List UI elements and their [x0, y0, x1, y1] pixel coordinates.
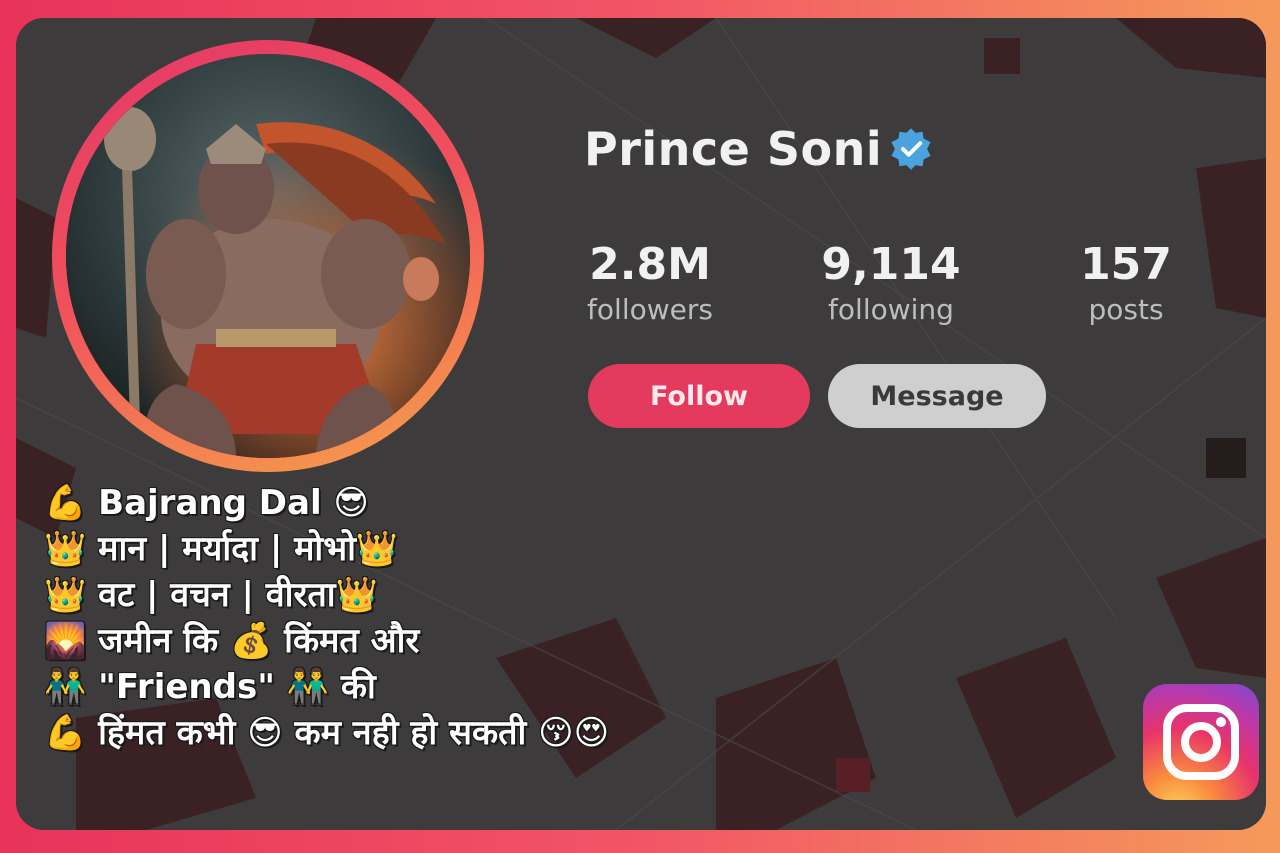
verified-badge-icon [891, 128, 931, 170]
profile-name-row: Prince Soni [584, 122, 934, 176]
message-button[interactable]: Message [828, 364, 1046, 428]
stat-following[interactable]: 9,114 following [816, 240, 966, 330]
bio-line: 👬 "Friends" 👬 की [44, 667, 376, 707]
stat-followers[interactable]: 2.8M followers [580, 240, 720, 330]
followers-label: followers [587, 293, 713, 326]
profile-name: Prince Soni [584, 122, 883, 176]
avatar[interactable] [66, 54, 470, 458]
bio-line: 👑 मान | मर्यादा | मोभो👑 [44, 529, 399, 569]
instagram-icon[interactable] [1143, 684, 1259, 800]
bio-line: 👑 वट | वचन | वीरता👑 [44, 575, 378, 615]
avatar-ring[interactable] [52, 40, 484, 472]
instagram-glyph-icon [1163, 704, 1239, 780]
posts-label: posts [1088, 293, 1164, 326]
bio-line: 💪 हिंमत कभी 😎 कम नही हो सकती 😚😍 [44, 713, 610, 753]
hanuman-avatar-image [66, 54, 470, 458]
bio-line: 🌄 जमीन कि 💰 किंमत और [44, 621, 420, 661]
follow-button[interactable]: Follow [588, 364, 810, 428]
following-count: 9,114 [821, 239, 961, 290]
following-label: following [828, 293, 954, 326]
posts-count: 157 [1080, 239, 1172, 290]
bio: 💪 Bajrang Dal 😎 👑 मान | मर्यादा | मोभो👑 … [44, 480, 609, 756]
bio-line: 💪 Bajrang Dal 😎 [44, 483, 369, 523]
followers-count: 2.8M [589, 239, 711, 290]
stat-posts[interactable]: 157 posts [1070, 240, 1182, 330]
profile-card: Prince Soni 2.8M followers 9,114 followi… [16, 18, 1266, 830]
